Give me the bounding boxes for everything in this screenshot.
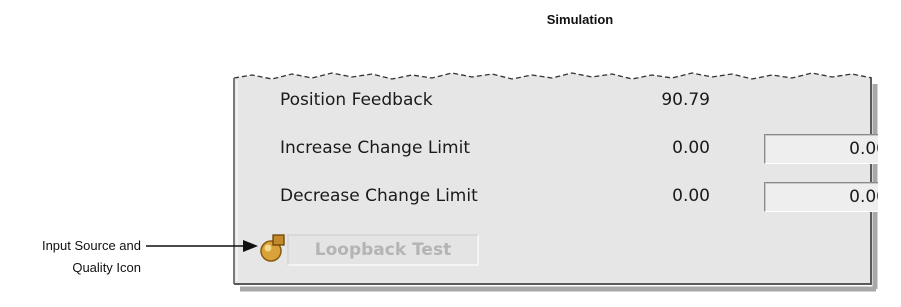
increase-change-limit-label: Increase Change Limit	[280, 138, 470, 158]
position-feedback-value: 90.79	[661, 90, 710, 110]
decrease-change-limit-label: Decrease Change Limit	[280, 186, 478, 206]
increase-change-limit-row: Increase Change Limit 0.00 0.00	[280, 134, 878, 164]
position-feedback-label: Position Feedback	[280, 90, 433, 110]
loopback-test-button[interactable]: Loopback Test	[287, 234, 479, 266]
callout-label-line1: Input Source and	[41, 238, 141, 253]
position-feedback-row: Position Feedback 90.79	[280, 86, 870, 116]
decrease-change-limit-row: Decrease Change Limit 0.00 0.00	[280, 182, 878, 212]
increase-change-limit-input-value: 0.00	[849, 139, 878, 159]
decrease-change-limit-input[interactable]: 0.00	[764, 182, 878, 212]
decrease-change-limit-input-value: 0.00	[849, 187, 878, 207]
decrease-change-limit-value: 0.00	[672, 186, 710, 206]
increase-change-limit-value: 0.00	[672, 138, 710, 158]
quality-icon-graphic	[260, 234, 285, 262]
increase-change-limit-input[interactable]: 0.00	[764, 134, 878, 164]
figure-title: Simulation	[546, 12, 614, 27]
input-source-quality-icon[interactable]	[258, 232, 288, 264]
faceplate-panel: Position Feedback 90.79 Increase Change …	[232, 70, 878, 294]
callout-label-line2: Quality Icon	[72, 260, 141, 275]
